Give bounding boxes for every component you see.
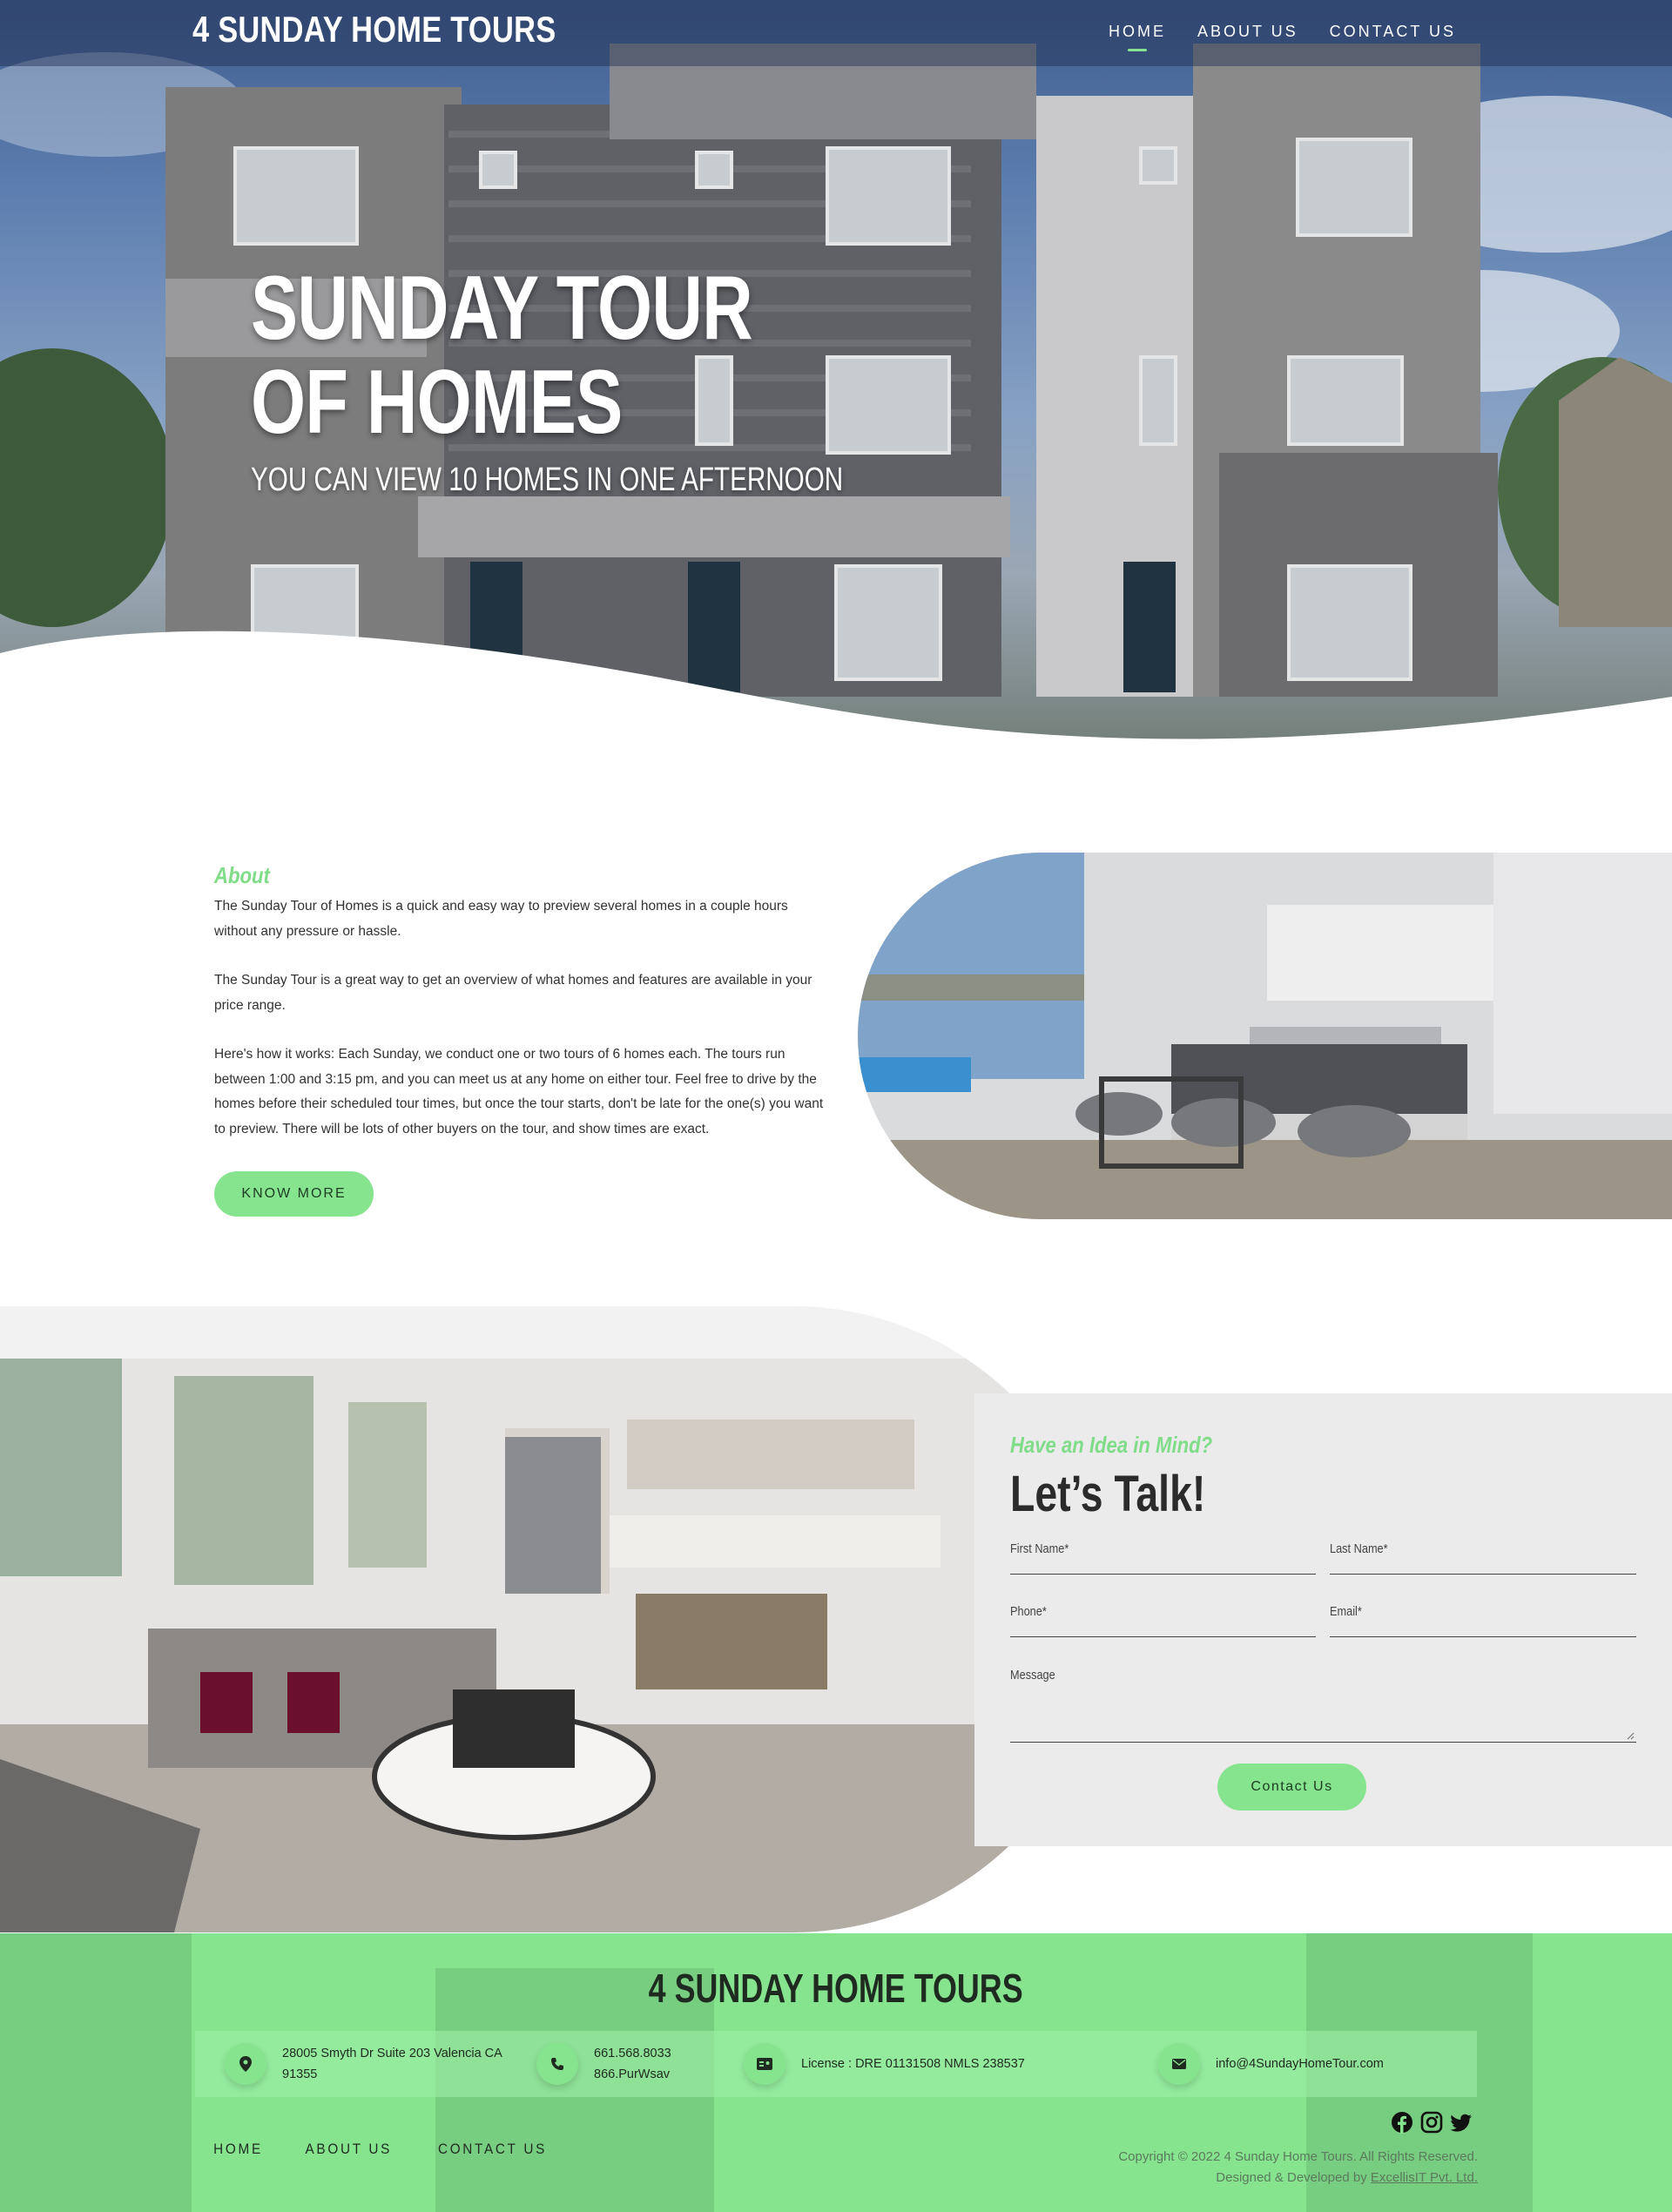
address-line-1: 28005 Smyth Dr Suite 203 Valencia CA xyxy=(282,2047,502,2060)
envelope-icon xyxy=(1158,2043,1200,2085)
nav-about-link[interactable]: ABOUT US xyxy=(1197,23,1298,41)
first-name-label: First Name* xyxy=(1010,1541,1069,1556)
address-info: 28005 Smyth Dr Suite 203 Valencia CA 913… xyxy=(225,2031,502,2097)
license-text: License : DRE 01131508 NMLS 238537 xyxy=(801,2057,1025,2071)
twitter-icon[interactable] xyxy=(1450,2111,1473,2134)
hero-title-line2: OF HOMES xyxy=(251,352,623,453)
last-name-label: Last Name* xyxy=(1330,1541,1388,1556)
phone-info: 661.568.8033 866.PurWsav xyxy=(536,2031,671,2097)
contact-form-panel: Have an Idea in Mind? Let’s Talk! First … xyxy=(974,1393,1672,1846)
phone-field[interactable]: Phone* xyxy=(1010,1604,1316,1637)
footer-brand: 4 SUNDAY HOME TOURS xyxy=(0,1965,1672,2012)
about-section: About The Sunday Tour of Homes is a quic… xyxy=(214,862,833,1217)
email-info: info@4SundayHomeTour.com xyxy=(1158,2031,1384,2097)
about-paragraph-2: The Sunday Tour is a great way to get an… xyxy=(214,973,812,1013)
phone-line-2[interactable]: 866.PurWsav xyxy=(594,2064,671,2085)
address-line-2: 91355 xyxy=(282,2067,318,2081)
footer-nav-about[interactable]: ABOUT US xyxy=(306,2141,393,2158)
know-more-button[interactable]: KNOW MORE xyxy=(214,1171,374,1217)
hero-subtitle: YOU CAN VIEW 10 HOMES IN ONE AFTERNOON xyxy=(251,462,844,498)
footer-nav: HOME ABOUT US CONTACT US xyxy=(211,2141,553,2158)
id-card-icon xyxy=(744,2043,785,2085)
email-label: Email* xyxy=(1330,1604,1362,1619)
email-text[interactable]: info@4SundayHomeTour.com xyxy=(1216,2054,1384,2074)
phone-label: Phone* xyxy=(1010,1604,1047,1619)
hero-section: 4 SUNDAY HOME TOURS HOME ABOUT US CONTAC… xyxy=(0,0,1672,766)
hero-title-line1: SUNDAY TOUR xyxy=(251,258,753,359)
credit-prefix: Designed & Developed by xyxy=(1216,2170,1371,2185)
about-label: About xyxy=(214,862,270,888)
copyright-block: Copyright © 2022 4 Sunday Home Tours. Al… xyxy=(1118,2147,1478,2188)
kitchen-image xyxy=(858,853,1672,1219)
phone-line-1[interactable]: 661.568.8033 xyxy=(594,2043,671,2064)
map-pin-icon xyxy=(225,2043,266,2085)
main-nav: HOME ABOUT US CONTACT US xyxy=(1109,23,1456,51)
copyright-text: Copyright © 2022 4 Sunday Home Tours. Al… xyxy=(1118,2149,1478,2164)
contact-info-strip: 28005 Smyth Dr Suite 203 Valencia CA 913… xyxy=(195,2031,1477,2097)
footer-brand-text: 4 SUNDAY HOME TOURS xyxy=(649,1966,1023,2011)
license-info: License : DRE 01131508 NMLS 238537 xyxy=(744,2031,1025,2097)
about-paragraph-3: Here's how it works: Each Sunday, we con… xyxy=(214,1047,824,1136)
last-name-field[interactable]: Last Name* xyxy=(1330,1541,1636,1575)
credit-link[interactable]: ExcellisIT Pvt. Ltd. xyxy=(1371,2170,1478,2185)
site-logo[interactable]: 4 SUNDAY HOME TOURS xyxy=(192,9,556,51)
first-name-field[interactable]: First Name* xyxy=(1010,1541,1316,1575)
contact-title: Let’s Talk! xyxy=(1010,1466,1206,1522)
social-links xyxy=(1391,2111,1473,2134)
message-field[interactable]: Message xyxy=(1010,1668,1636,1743)
nav-contact-link[interactable]: CONTACT US xyxy=(1330,23,1456,41)
message-label: Message xyxy=(1010,1668,1055,1683)
phone-icon xyxy=(536,2043,578,2085)
nav-home-link[interactable]: HOME xyxy=(1109,23,1166,51)
credit-line: Designed & Developed by ExcellisIT Pvt. … xyxy=(1118,2168,1478,2188)
footer-nav-contact[interactable]: CONTACT US xyxy=(438,2141,547,2158)
email-field[interactable]: Email* xyxy=(1330,1604,1636,1637)
facebook-icon[interactable] xyxy=(1391,2111,1413,2134)
resize-handle-icon[interactable] xyxy=(1626,1731,1635,1740)
about-paragraph-1: The Sunday Tour of Homes is a quick and … xyxy=(214,899,788,939)
contact-kicker: Have an Idea in Mind? xyxy=(1010,1432,1213,1458)
footer-nav-home[interactable]: HOME xyxy=(213,2141,263,2158)
instagram-icon[interactable] xyxy=(1420,2111,1443,2134)
hero-title: SUNDAY TOUR OF HOMES xyxy=(251,261,767,449)
contact-us-button[interactable]: Contact Us xyxy=(1217,1764,1366,1811)
living-room-image xyxy=(0,1306,1106,1932)
